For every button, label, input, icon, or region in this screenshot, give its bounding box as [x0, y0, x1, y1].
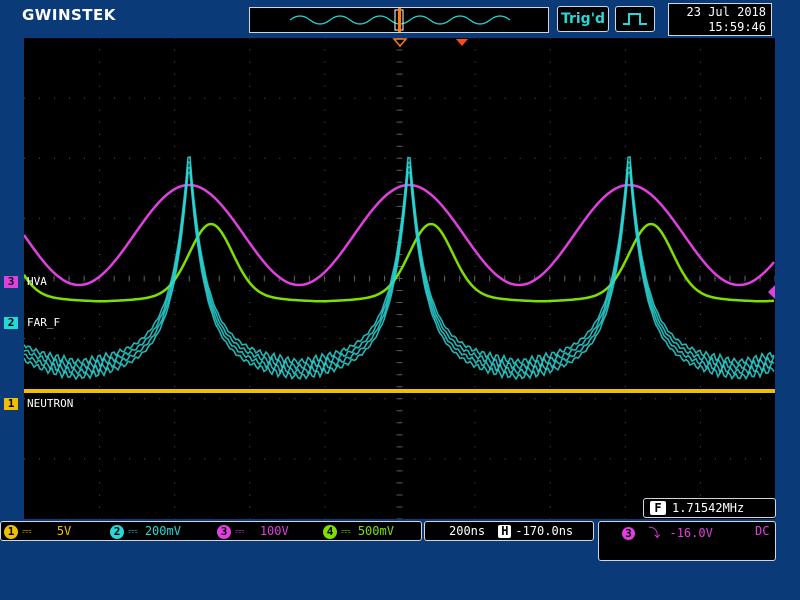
horizontal-position-value: -170.0ns	[515, 524, 574, 538]
trigger-level-marker	[768, 285, 775, 299]
timebase-readout[interactable]: 200ns H -170.0ns	[424, 521, 594, 541]
channel-3-volts-div: 100V	[259, 524, 289, 538]
trigger-coupling: DC	[755, 524, 770, 538]
time-text: 15:59:46	[708, 20, 766, 34]
falling-edge-icon: ⤵	[648, 526, 661, 540]
channel-3-label: HVA	[27, 275, 47, 288]
date-text: 23 Jul 2018	[686, 5, 766, 19]
trigger-readout[interactable]: 3 ⤵ -16.0V DC	[598, 521, 776, 561]
channel-3-scale[interactable]: 3 ⎓ 100V	[217, 523, 289, 539]
frequency-value: 1.71542MHz	[672, 501, 745, 515]
frequency-icon: F	[650, 501, 666, 515]
trigger-point-marker	[456, 39, 468, 46]
graticule-center-ticks	[23, 37, 776, 520]
overview-waveform	[289, 8, 511, 32]
waveform-canvas	[22, 37, 776, 520]
trigger-level: -16.0V	[669, 526, 713, 540]
channel-2-label: FAR_F	[27, 316, 61, 329]
dc-coupling-icon: ⎓	[235, 524, 245, 538]
dc-coupling-icon: ⎓	[22, 524, 32, 538]
channel-4-badge: 4	[323, 525, 337, 539]
channel-3-badge: 3	[217, 525, 231, 539]
channel-1-label: NEUTRON	[27, 397, 74, 410]
channel-4-scale[interactable]: 4 ⎓ 500mV	[323, 523, 394, 539]
dc-coupling-icon: ⎓	[341, 524, 351, 538]
time-per-div: 200ns	[449, 524, 486, 538]
date-time-display: 23 Jul 2018 15:59:46	[668, 3, 772, 36]
channel-1-scale[interactable]: 1 ⎓ 5V	[4, 523, 71, 539]
frequency-counter: F 1.71542MHz	[643, 498, 776, 518]
channel-1-marker[interactable]: 1	[4, 398, 18, 410]
trigger-position-markers	[392, 38, 468, 48]
trigger-status: Trig'd	[557, 6, 609, 32]
rising-pulse-icon[interactable]	[615, 6, 655, 32]
channel-3-marker[interactable]: 3	[4, 276, 18, 288]
channel-2-marker[interactable]: 2	[4, 317, 18, 329]
brand-logo: GWINSTEK	[22, 6, 116, 24]
trigger-source-badge: 3	[622, 527, 635, 540]
memory-overview-bar[interactable]	[249, 7, 549, 33]
channel-2-volts-div: 200mV	[144, 524, 181, 538]
waveform-display[interactable]	[22, 37, 776, 520]
channel-2-scale[interactable]: 2 ⎓ 200mV	[110, 523, 181, 539]
dc-coupling-icon: ⎓	[128, 524, 138, 538]
channel-4-volts-div: 500mV	[357, 524, 394, 538]
channel-scale-bar: 1 ⎓ 5V 2 ⎓ 200mV 3 ⎓ 100V 4 ⎓ 500mV	[0, 521, 422, 541]
horizontal-position-marker	[392, 38, 408, 48]
horizontal-position-icon: H	[498, 525, 512, 538]
channel-1-badge: 1	[4, 525, 18, 539]
channel-2-badge: 2	[110, 525, 124, 539]
channel-1-volts-div: 5V	[56, 524, 72, 538]
